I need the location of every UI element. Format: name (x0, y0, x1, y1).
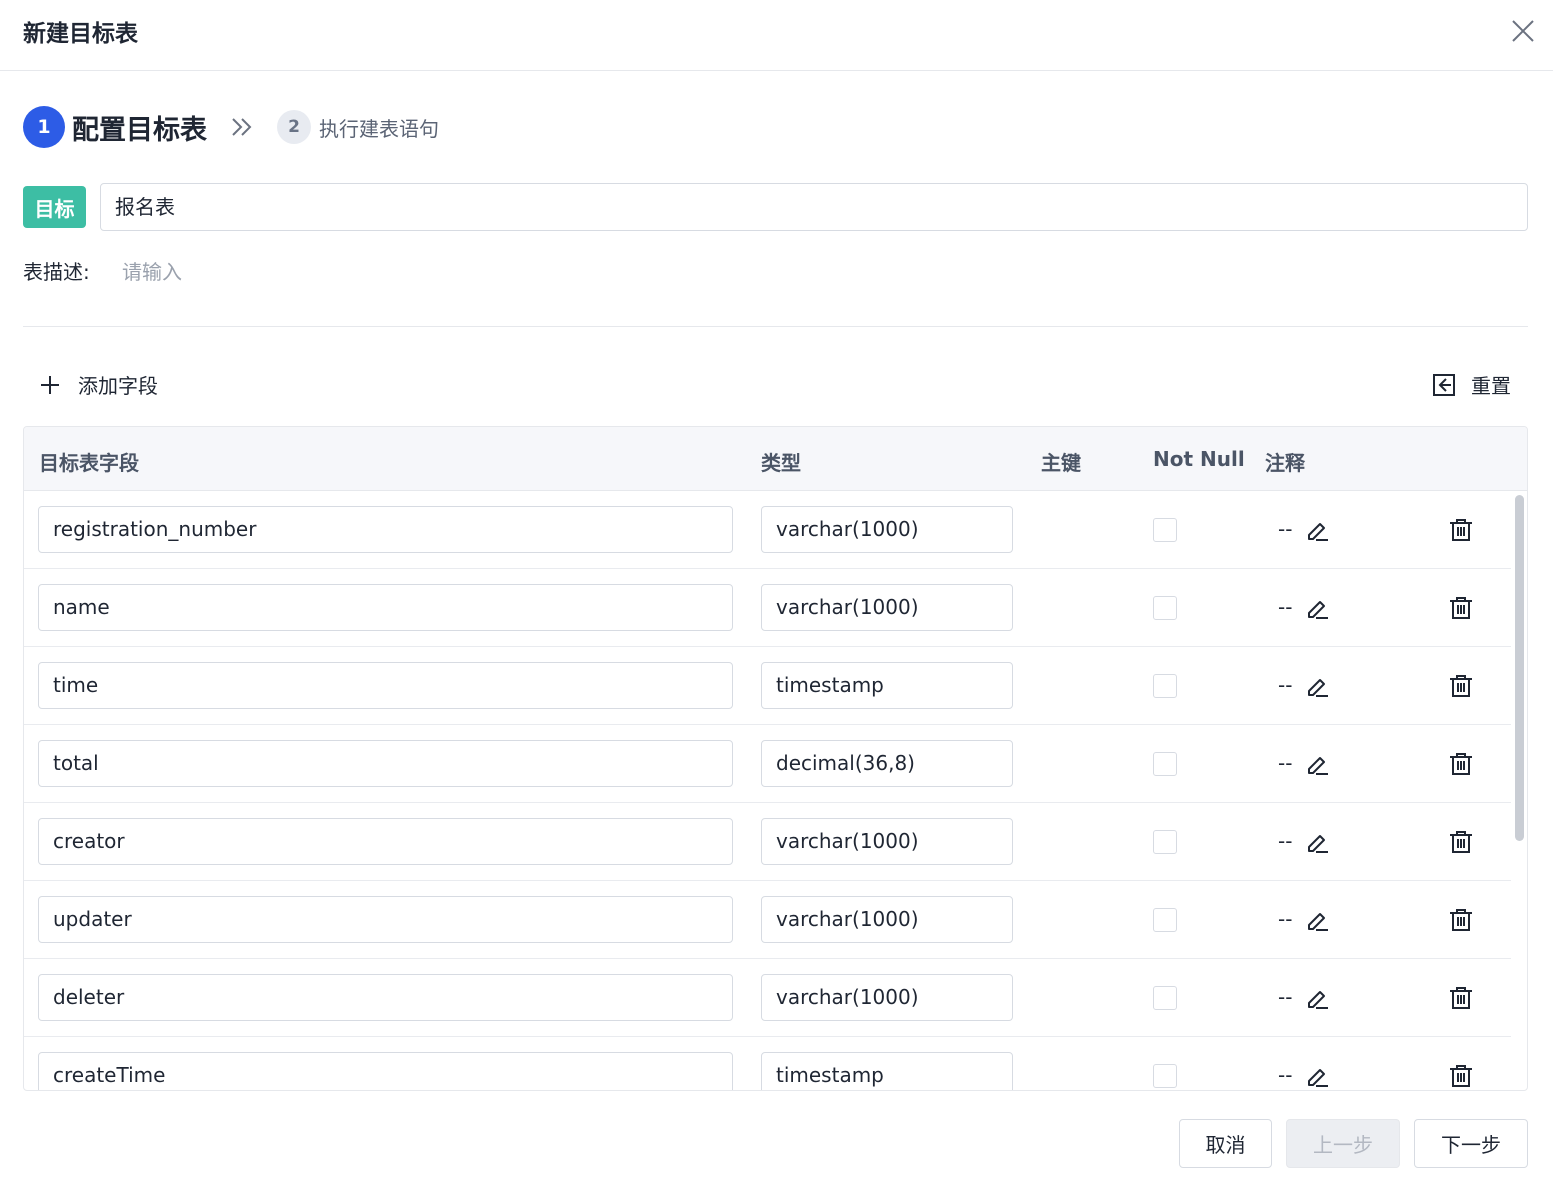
field-name-input[interactable]: total (38, 740, 733, 787)
trash-icon[interactable] (1448, 517, 1474, 543)
trash-icon[interactable] (1448, 751, 1474, 777)
table-row: creator varchar(1000) -- (24, 803, 1511, 881)
not-null-checkbox[interactable] (1153, 674, 1177, 698)
dialog-header: 新建目标表 (0, 0, 1553, 71)
add-field-button[interactable]: 添加字段 (38, 370, 158, 399)
table-row: deleter varchar(1000) -- (24, 959, 1511, 1037)
field-type-select[interactable]: varchar(1000) (761, 974, 1013, 1021)
table-row: total decimal(36,8) -- (24, 725, 1511, 803)
step-2-number: 2 (277, 110, 311, 144)
section-divider (23, 326, 1528, 327)
table-row: updater varchar(1000) -- (24, 881, 1511, 959)
table-row: time timestamp -- (24, 647, 1511, 725)
table-scrollbar[interactable] (1515, 495, 1524, 841)
description-input[interactable]: 请输入 (122, 256, 182, 285)
not-null-checkbox[interactable] (1153, 830, 1177, 854)
field-type-select[interactable]: decimal(36,8) (761, 740, 1013, 787)
next-step-button[interactable]: 下一步 (1414, 1119, 1528, 1168)
plus-icon (41, 375, 59, 394)
edit-icon[interactable] (1304, 751, 1330, 777)
comment-text: -- (1278, 751, 1293, 775)
target-table-name-input[interactable]: 报名表 (100, 183, 1528, 231)
field-type-select[interactable]: timestamp (761, 662, 1013, 709)
field-type-select[interactable]: varchar(1000) (761, 584, 1013, 631)
field-type-select[interactable]: timestamp (761, 1052, 1013, 1090)
table-row: registration_number varchar(1000) -- (24, 491, 1511, 569)
field-name-input[interactable]: time (38, 662, 733, 709)
reset-label: 重置 (1471, 374, 1511, 398)
cancel-button[interactable]: 取消 (1179, 1119, 1272, 1168)
trash-icon[interactable] (1448, 829, 1474, 855)
not-null-checkbox[interactable] (1153, 596, 1177, 620)
header-field: 目标表字段 (39, 451, 139, 475)
header-primary-key: 主键 (1041, 451, 1081, 475)
comment-text: -- (1278, 1063, 1293, 1087)
edit-icon[interactable] (1304, 673, 1330, 699)
trash-icon[interactable] (1448, 595, 1474, 621)
dialog-title: 新建目标表 (23, 21, 138, 47)
field-table: 目标表字段 类型 主键 Not Null 注释 registration_num… (23, 426, 1528, 1091)
field-type-select[interactable]: varchar(1000) (761, 896, 1013, 943)
field-name-input[interactable]: deleter (38, 974, 733, 1021)
edit-icon[interactable] (1304, 907, 1330, 933)
not-null-checkbox[interactable] (1153, 752, 1177, 776)
field-name-input[interactable]: creator (38, 818, 733, 865)
comment-text: -- (1278, 985, 1293, 1009)
edit-icon[interactable] (1304, 1063, 1330, 1089)
description-label: 表描述: (23, 260, 90, 284)
reset-button[interactable]: 重置 (1431, 370, 1511, 399)
comment-text: -- (1278, 595, 1293, 619)
header-comment: 注释 (1265, 451, 1305, 475)
table-row: name varchar(1000) -- (24, 569, 1511, 647)
stepper: 1 配置目标表 2 执行建表语句 (23, 106, 439, 148)
field-name-input[interactable]: updater (38, 896, 733, 943)
comment-text: -- (1278, 673, 1293, 697)
close-icon[interactable] (1508, 16, 1538, 46)
edit-icon[interactable] (1304, 985, 1330, 1011)
add-field-label: 添加字段 (78, 374, 158, 398)
table-header: 目标表字段 类型 主键 Not Null 注释 (24, 427, 1527, 491)
comment-text: -- (1278, 517, 1293, 541)
trash-icon[interactable] (1448, 1063, 1474, 1089)
not-null-checkbox[interactable] (1153, 518, 1177, 542)
table-row: createTime timestamp -- (24, 1037, 1511, 1090)
header-type: 类型 (761, 451, 801, 475)
field-type-select[interactable]: varchar(1000) (761, 506, 1013, 553)
field-type-select[interactable]: varchar(1000) (761, 818, 1013, 865)
field-name-input[interactable]: registration_number (38, 506, 733, 553)
step-1-label: 配置目标表 (72, 114, 207, 146)
double-chevron-right-icon (232, 118, 252, 136)
target-tag: 目标 (23, 186, 86, 228)
field-name-input[interactable]: name (38, 584, 733, 631)
reset-icon (1433, 373, 1455, 396)
edit-icon[interactable] (1304, 829, 1330, 855)
not-null-checkbox[interactable] (1153, 1064, 1177, 1088)
trash-icon[interactable] (1448, 985, 1474, 1011)
trash-icon[interactable] (1448, 907, 1474, 933)
step-2-label: 执行建表语句 (319, 116, 439, 141)
edit-icon[interactable] (1304, 595, 1330, 621)
table-body: registration_number varchar(1000) -- nam… (24, 491, 1511, 1090)
header-not-null: Not Null (1153, 447, 1245, 471)
comment-text: -- (1278, 907, 1293, 931)
step-1-number: 1 (23, 106, 65, 148)
not-null-checkbox[interactable] (1153, 908, 1177, 932)
comment-text: -- (1278, 829, 1293, 853)
field-name-input[interactable]: createTime (38, 1052, 733, 1090)
edit-icon[interactable] (1304, 517, 1330, 543)
previous-step-button[interactable]: 上一步 (1286, 1119, 1400, 1168)
trash-icon[interactable] (1448, 673, 1474, 699)
not-null-checkbox[interactable] (1153, 986, 1177, 1010)
